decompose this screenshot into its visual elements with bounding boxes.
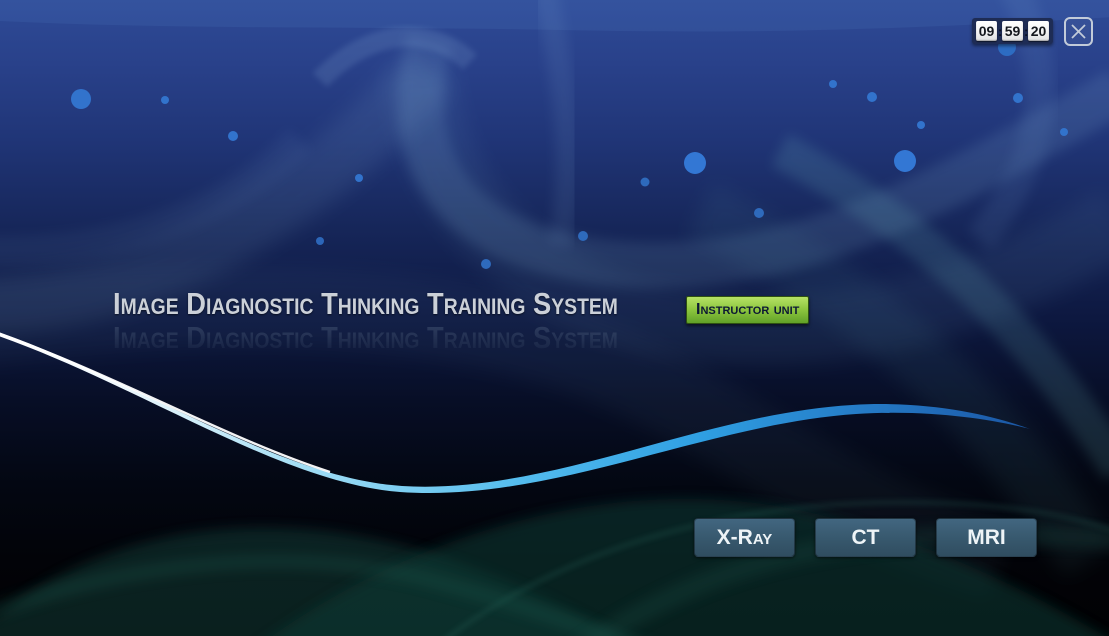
mri-button[interactable]: MRI <box>936 518 1037 557</box>
ct-button[interactable]: CT <box>815 518 916 557</box>
clock-minutes: 59 <box>1002 21 1023 41</box>
clock: 09 : 59 : 20 <box>972 18 1053 44</box>
title-block: Image Diagnostic Thinking Training Syste… <box>113 286 687 354</box>
page-title: Image Diagnostic Thinking Training Syste… <box>113 286 618 322</box>
close-button[interactable] <box>1064 17 1093 46</box>
instructor-unit-badge: Instructor unit <box>686 296 809 324</box>
close-icon <box>1070 23 1087 40</box>
clock-hours: 09 <box>976 21 997 41</box>
clock-separator: : <box>998 24 1001 39</box>
xray-button[interactable]: X-Ray <box>694 518 795 557</box>
splash-screen: 09 : 59 : 20 Image Diagnostic Thinking T… <box>0 0 1109 636</box>
page-title-reflection: Image Diagnostic Thinking Training Syste… <box>113 322 618 354</box>
clock-separator: : <box>1024 24 1027 39</box>
clock-seconds: 20 <box>1028 21 1049 41</box>
